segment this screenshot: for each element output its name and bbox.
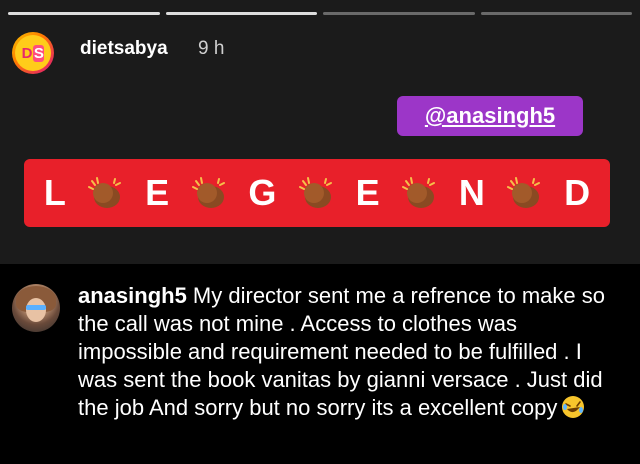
rolling-on-floor-laughing-icon bbox=[562, 396, 585, 418]
story-username[interactable]: dietsabya bbox=[80, 38, 168, 60]
avatar-letter: D bbox=[21, 44, 33, 62]
clapping-hands-icon bbox=[88, 177, 122, 208]
commenter-avatar[interactable] bbox=[12, 284, 60, 332]
progress-segment bbox=[323, 12, 475, 15]
story-avatar[interactable]: DS bbox=[12, 32, 54, 74]
clapping-hands-icon bbox=[298, 177, 332, 208]
avatar-glasses bbox=[26, 305, 46, 310]
clapping-hands-icon bbox=[191, 177, 225, 208]
story-viewer[interactable]: DS dietsabya 9 h @anasingh5 L E G E N D bbox=[0, 0, 640, 264]
banner-letter: E bbox=[145, 172, 170, 213]
comment: anasingh5 My director sent me a refrence… bbox=[0, 264, 640, 464]
progress-segment bbox=[165, 12, 317, 15]
story-timestamp: 9 h bbox=[198, 38, 225, 59]
clapping-hands-icon bbox=[402, 177, 436, 208]
clapping-hands-icon bbox=[507, 177, 541, 208]
story-progress-bar bbox=[8, 12, 632, 15]
progress-segment bbox=[480, 12, 632, 15]
banner-letter: D bbox=[564, 172, 591, 213]
progress-segment bbox=[8, 12, 160, 15]
banner-letter: L bbox=[43, 172, 66, 213]
banner-letter: E bbox=[355, 172, 380, 213]
commenter-username[interactable]: anasingh5 bbox=[78, 283, 187, 308]
banner-letter: N bbox=[458, 172, 485, 213]
avatar-letter: S bbox=[32, 44, 45, 62]
avatar-face bbox=[26, 298, 46, 322]
avatar-logo: DS bbox=[15, 35, 51, 71]
legend-banner: L E G E N D bbox=[24, 159, 610, 227]
comment-text: anasingh5 My director sent me a refrence… bbox=[78, 282, 618, 422]
mention-sticker[interactable]: @anasingh5 bbox=[397, 96, 583, 136]
banner-letter: G bbox=[248, 172, 277, 213]
